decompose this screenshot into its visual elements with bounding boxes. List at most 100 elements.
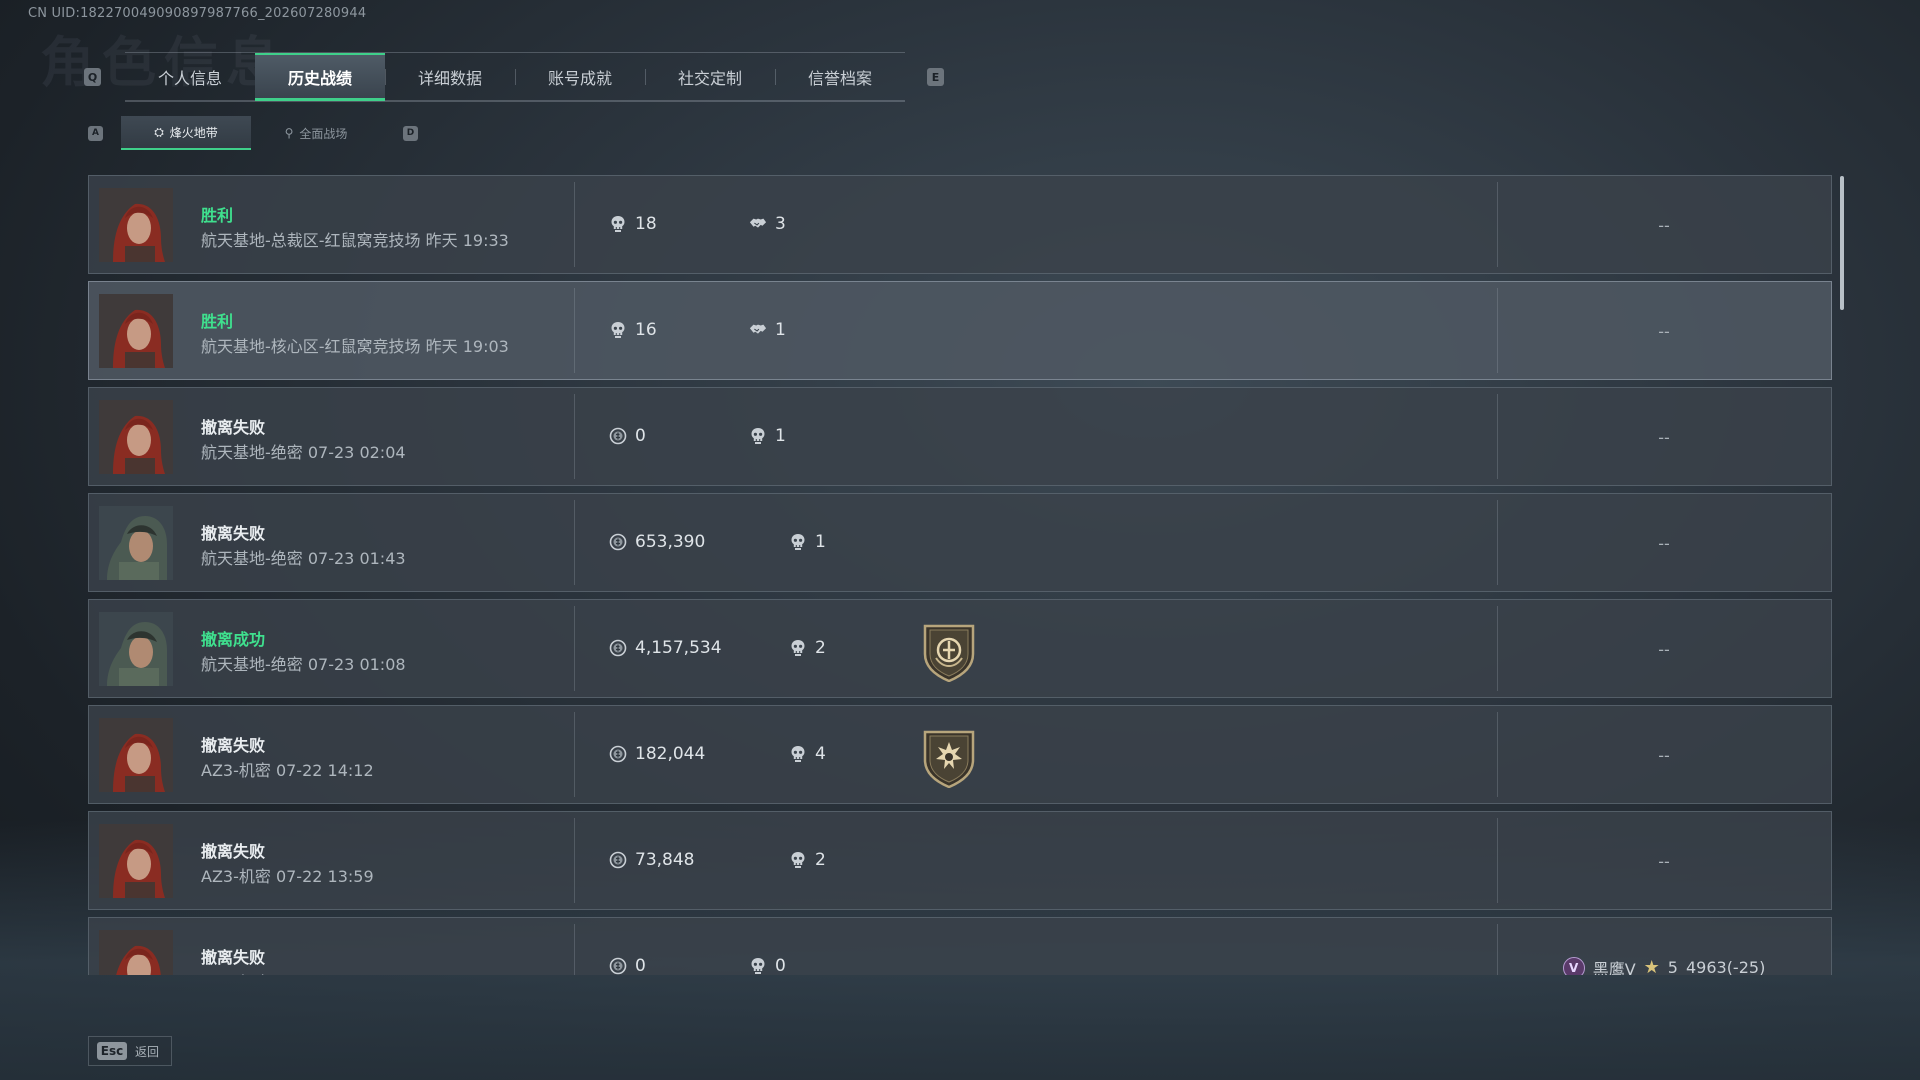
secondary-stat: 4 — [789, 744, 826, 764]
skull-icon — [789, 745, 807, 763]
column-divider — [574, 924, 575, 975]
rank-placeholder: -- — [1658, 852, 1670, 871]
coin-icon — [609, 851, 627, 869]
match-history-list[interactable]: 胜利 航天基地-总裁区-红鼠窝竞技场 昨天 19:33 18 3 -- 胜利 航天基地-核心… — [88, 175, 1832, 975]
tab-4[interactable]: 社交定制 — [645, 53, 775, 101]
tab-list: 个人信息 历史战绩 详细数据 账号成就 社交定制 信誉档案 — [125, 52, 905, 102]
rank-stars: 5 — [1667, 958, 1678, 975]
primary-stat-value: 653,390 — [635, 532, 706, 552]
operator-avatar — [99, 612, 173, 686]
secondary-stat-value: 1 — [775, 320, 786, 340]
rank-placeholder: -- — [1658, 216, 1670, 235]
tab-2[interactable]: 详细数据 — [385, 53, 515, 101]
primary-stat-value: 0 — [635, 956, 646, 975]
primary-stat: 182,044 — [609, 744, 705, 764]
skull-icon — [789, 851, 807, 869]
secondary-stat: 0 — [749, 956, 786, 975]
mode-tab-list: ⛭ 烽火地带 ⚲ 全面战场 — [121, 116, 381, 150]
primary-stat: 18 — [609, 214, 657, 234]
secondary-stat: 3 — [749, 214, 786, 234]
secondary-stat: 1 — [749, 426, 786, 446]
skull-icon — [609, 215, 627, 233]
match-record-row[interactable]: 撤离失败航天基地-绝密 07-23 01:43 653,390 1 -- — [88, 493, 1832, 592]
mode-tab-1[interactable]: ⚲ 全面战场 — [251, 116, 381, 150]
primary-stat: 73,848 — [609, 850, 694, 870]
tab-5[interactable]: 信誉档案 — [775, 53, 905, 101]
operator-avatar — [99, 824, 173, 898]
match-detail: 航天基地-核心区-红鼠窝竞技场 昨天 19:03 — [201, 337, 509, 356]
rank-cell: -- — [1497, 176, 1831, 275]
prev-tab-key[interactable]: Q — [84, 68, 101, 86]
primary-stat: 0 — [609, 426, 646, 446]
back-button[interactable]: Esc 返回 — [88, 1036, 172, 1066]
rank-cell: -- — [1497, 600, 1831, 699]
secondary-stat: 1 — [749, 320, 786, 340]
primary-stat: 0 — [609, 956, 646, 975]
tab-1[interactable]: 历史战绩 — [255, 53, 385, 101]
secondary-stat-value: 0 — [775, 956, 786, 975]
match-result: 撤离失败 — [201, 418, 266, 437]
operator-avatar — [99, 188, 173, 262]
match-result: 胜利 — [201, 206, 234, 225]
rank-cell: V 黑鹰V ★ 5 4963(-25) — [1497, 918, 1831, 975]
match-result: 撤离失败 — [201, 524, 266, 543]
match-record-row[interactable]: 撤离失败 AZ3-机密 07-22 13:40 0 0 V 黑鹰V ★ 5 4963(-25) — [88, 917, 1832, 975]
skull-icon — [609, 321, 627, 339]
main-tab-bar: Q 个人信息 历史战绩 详细数据 账号成就 社交定制 信誉档案 E — [84, 52, 944, 102]
column-divider — [574, 288, 575, 373]
extraction-mode-icon: ⛭ — [154, 124, 164, 139]
next-mode-key[interactable]: D — [403, 125, 418, 141]
scrollbar[interactable] — [1840, 176, 1844, 310]
coin-icon — [609, 533, 627, 551]
rank-badge-icon: V — [1562, 956, 1585, 975]
prev-mode-key[interactable]: A — [88, 125, 103, 141]
mode-tab-label: 烽火地带 — [169, 125, 218, 140]
match-record-row[interactable]: 胜利航天基地-总裁区-红鼠窝竞技场 昨天 19:33 18 3 -- — [88, 175, 1832, 274]
match-detail: 航天基地-总裁区-红鼠窝竞技场 昨天 19:33 — [201, 231, 509, 250]
rank-cell: -- — [1497, 282, 1831, 381]
coin-icon — [609, 957, 627, 975]
rank-score: 4963(-25) — [1685, 958, 1766, 975]
match-detail: AZ3-机密 07-22 14:12 — [201, 761, 374, 780]
rank-name: 黑鹰V — [1592, 959, 1636, 976]
rank-cell: -- — [1497, 494, 1831, 593]
rank-cell: -- — [1497, 388, 1831, 487]
esc-key: Esc — [97, 1042, 127, 1060]
match-detail: 航天基地-绝密 07-23 01:43 — [201, 549, 406, 568]
match-record-row[interactable]: 胜利 航天基地-核心区-红鼠窝竞技场 昨天 19:03 16 1 -- — [88, 281, 1832, 380]
secondary-stat-value: 3 — [775, 214, 786, 234]
back-label: 返回 — [135, 1044, 160, 1059]
skull-icon — [749, 957, 767, 975]
tab-0[interactable]: 个人信息 — [125, 53, 255, 101]
rank-cell: -- — [1497, 812, 1831, 911]
primary-stat-value: 0 — [635, 426, 646, 446]
handshake-icon — [749, 321, 767, 339]
match-result: 撤离失败 — [201, 948, 266, 967]
match-record-row[interactable]: 撤离失败 AZ3-机密 07-22 14:12 182,044 4 -- — [88, 705, 1832, 804]
match-record-row[interactable]: 撤离失败 AZ3-机密 07-22 13:59 73,848 2 -- — [88, 811, 1832, 910]
primary-stat-value: 182,044 — [635, 744, 706, 764]
tab-3[interactable]: 账号成就 — [515, 53, 645, 101]
secondary-stat: 2 — [789, 850, 826, 870]
match-detail: AZ3-机密 07-22 13:59 — [201, 867, 374, 886]
secondary-stat-value: 1 — [815, 532, 826, 552]
coin-icon — [609, 745, 627, 763]
rank-placeholder: -- — [1658, 428, 1670, 447]
column-divider — [574, 394, 575, 479]
operator-avatar — [99, 718, 173, 792]
coin-icon — [609, 427, 627, 445]
match-record-row[interactable]: 撤离成功 航天基地-绝密 07-23 01:08 4,157,534 2 -- — [88, 599, 1832, 698]
mode-tab-0[interactable]: ⛭ 烽火地带 — [121, 116, 251, 150]
match-result: 撤离成功 — [201, 630, 266, 649]
match-result: 胜利 — [201, 312, 234, 331]
rank-placeholder: -- — [1658, 534, 1670, 553]
mode-tab-bar: A ⛭ 烽火地带 ⚲ 全面战场 D — [88, 116, 448, 150]
skull-icon — [749, 427, 767, 445]
primary-stat-value: 18 — [635, 214, 657, 234]
match-record-row[interactable]: 撤离失败航天基地-绝密 07-23 02:04 0 1 -- — [88, 387, 1832, 486]
next-tab-key[interactable]: E — [927, 68, 944, 86]
mode-tab-label: 全面战场 — [299, 126, 348, 141]
coin-icon — [609, 639, 627, 657]
operator-avatar — [99, 930, 173, 975]
match-detail: 航天基地-绝密 07-23 02:04 — [201, 443, 406, 462]
